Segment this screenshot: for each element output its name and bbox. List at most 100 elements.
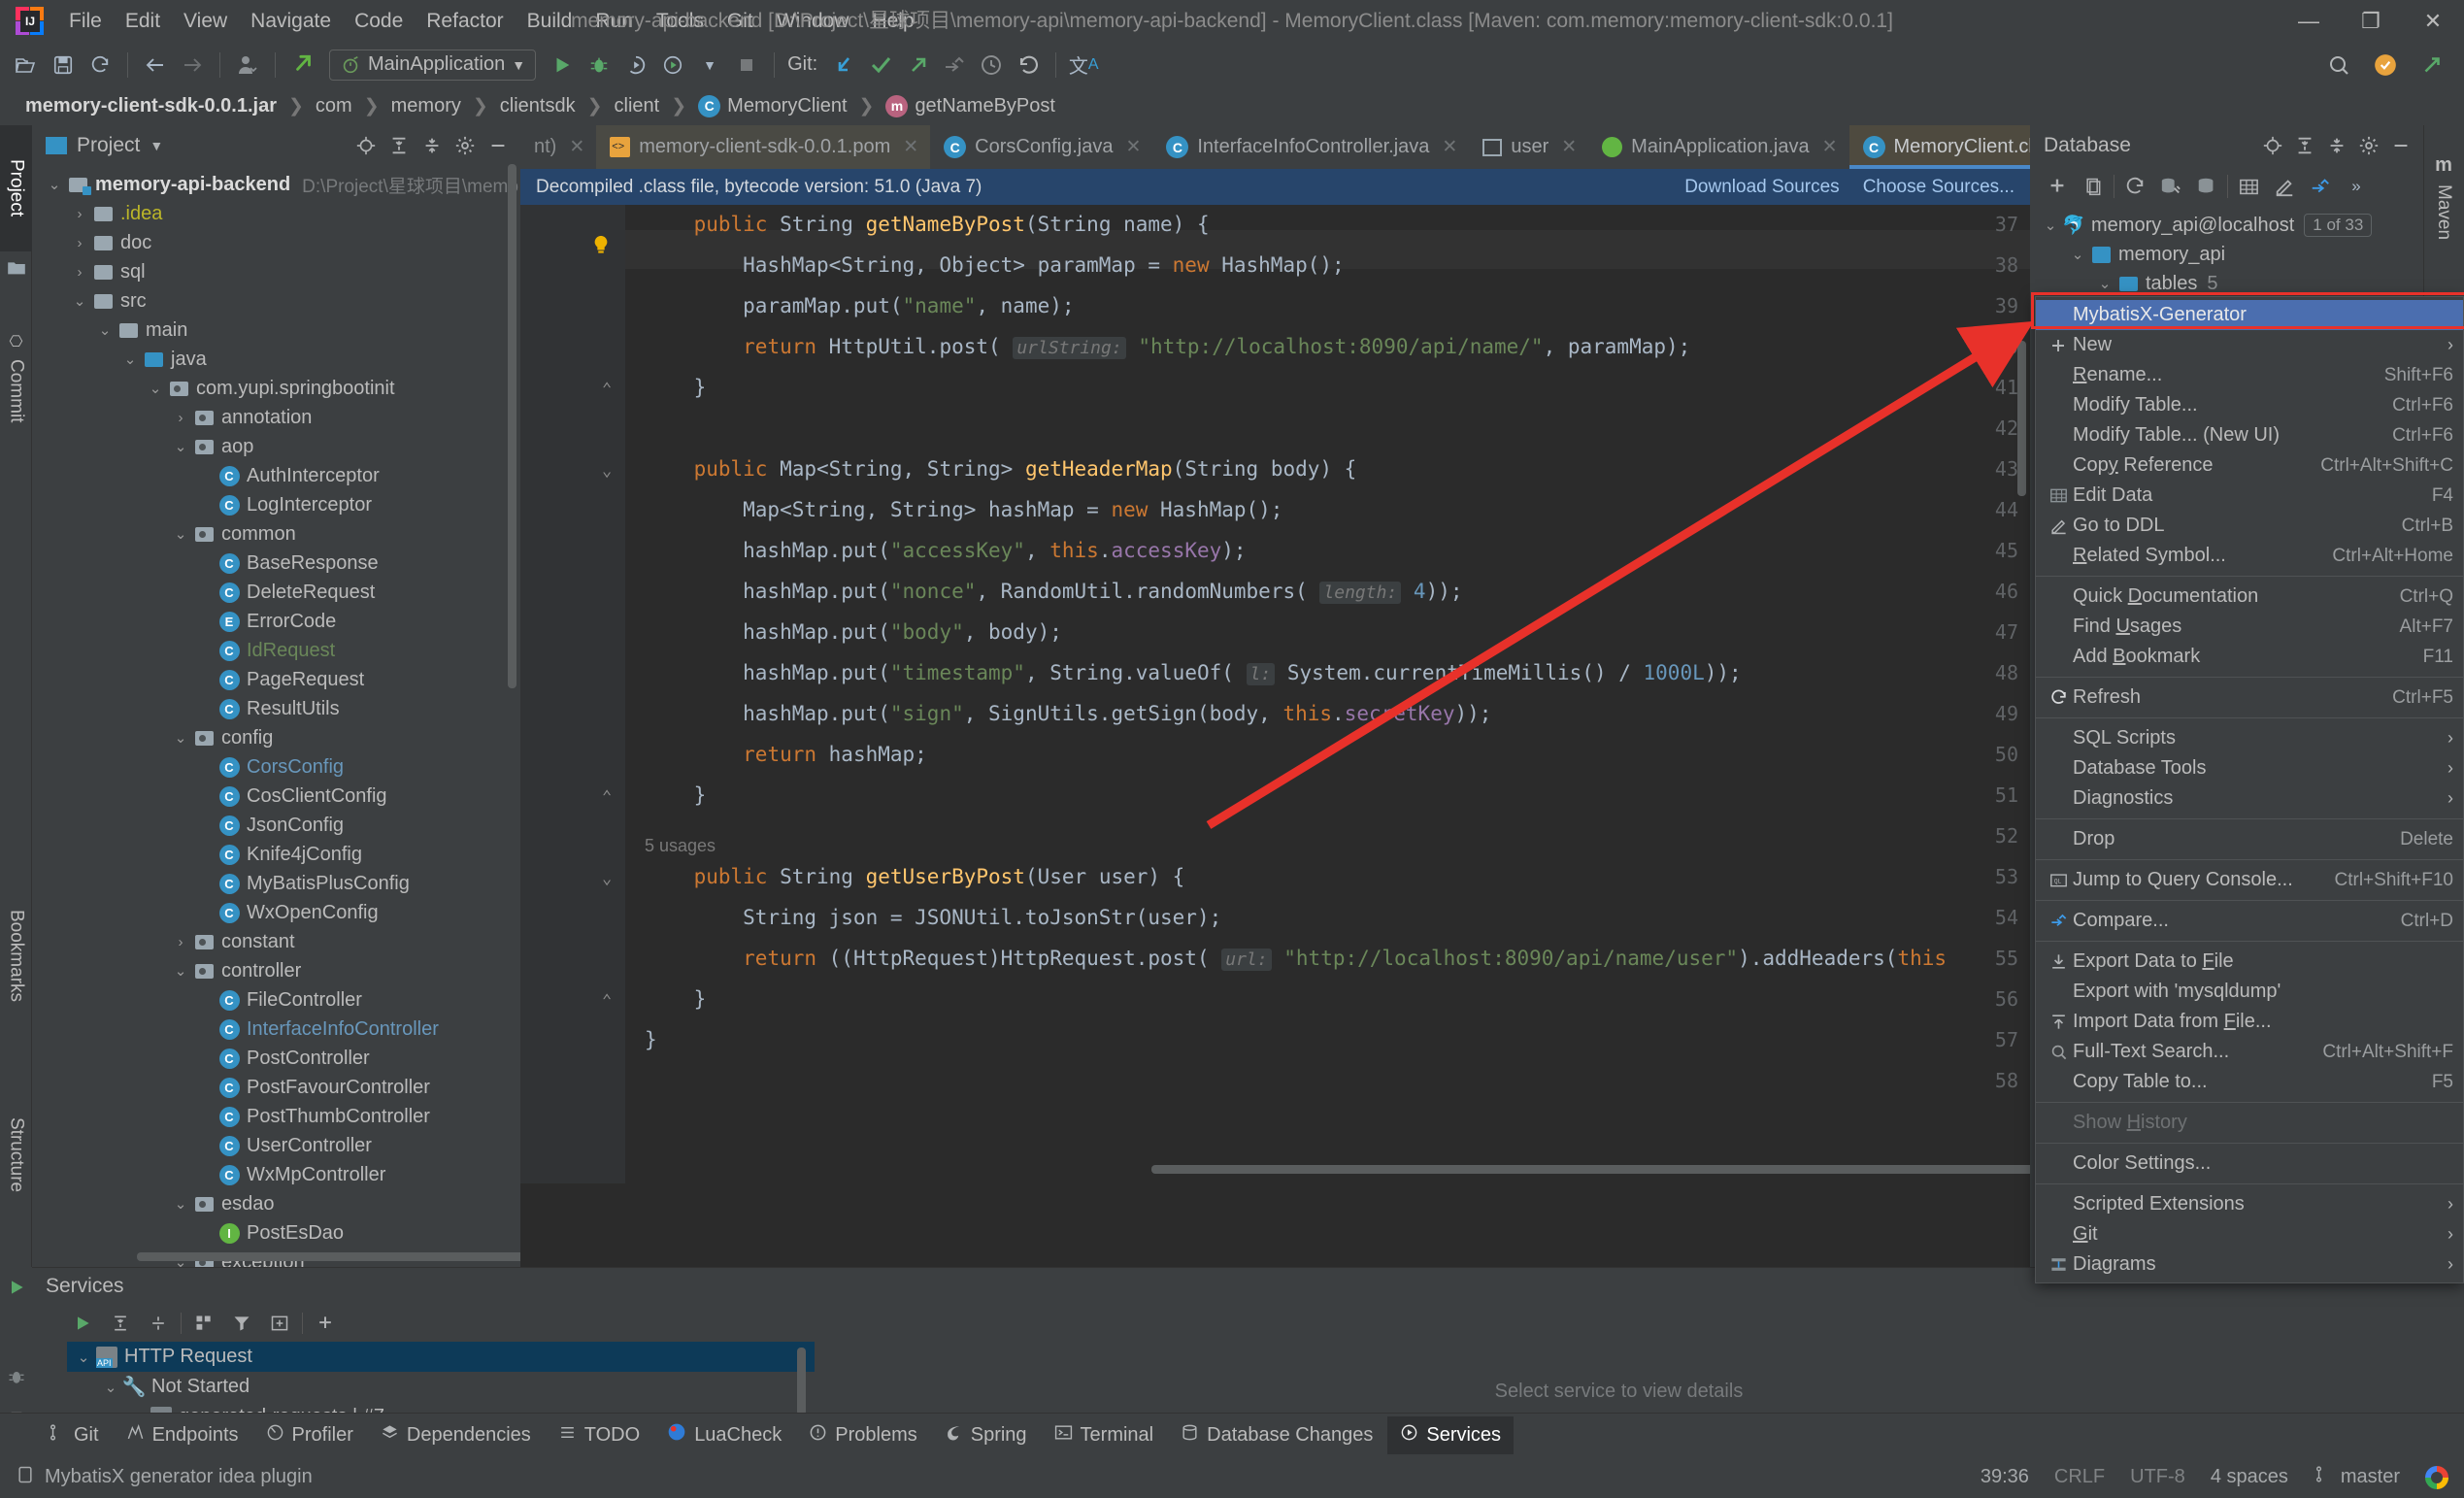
editor-tab-corsconfig[interactable]: C CorsConfig.java ✕ bbox=[930, 125, 1152, 169]
close-icon[interactable]: ✕ bbox=[903, 136, 918, 158]
breadcrumb-item-memory[interactable]: memory bbox=[383, 93, 469, 119]
menu-item-window[interactable]: Window bbox=[766, 6, 860, 37]
menu-item-file[interactable]: File bbox=[58, 6, 113, 37]
close-icon[interactable]: ✕ bbox=[1442, 136, 1457, 158]
code-fold-icon[interactable]: ⌃ bbox=[602, 991, 612, 1011]
code-line[interactable]: } bbox=[645, 1028, 657, 1051]
chevron-down-icon[interactable]: ⌄ bbox=[170, 438, 191, 455]
chevron-right-icon[interactable]: › bbox=[170, 934, 191, 950]
code-fold-icon[interactable]: ⌄ bbox=[602, 461, 612, 481]
tree-node[interactable]: ⌄ common bbox=[32, 519, 520, 549]
tool-window-spring[interactable]: Spring bbox=[932, 1416, 1040, 1454]
tree-node[interactable]: C BaseResponse bbox=[32, 549, 520, 578]
tree-node[interactable]: › .idea bbox=[32, 199, 520, 228]
menu-item-modify-table-new-ui[interactable]: Modify Table... (New UI) Ctrl+F6 bbox=[2036, 420, 2463, 450]
tree-node[interactable]: ⌄ java bbox=[32, 345, 520, 374]
chevron-right-icon[interactable]: › bbox=[69, 264, 90, 281]
copy-icon[interactable] bbox=[2078, 171, 2109, 202]
breadcrumb-item-jar[interactable]: memory-client-sdk-0.0.1.jar bbox=[17, 93, 284, 119]
chevron-down-icon[interactable]: ⌄ bbox=[69, 292, 90, 310]
menu-item-edit[interactable]: Edit bbox=[115, 6, 171, 37]
file-encoding[interactable]: UTF-8 bbox=[2130, 1466, 2185, 1488]
notifications-icon[interactable] bbox=[2369, 49, 2402, 82]
menu-item-jump-to-query-console[interactable]: QL Jump to Query Console... Ctrl+Shift+F10 bbox=[2036, 865, 2463, 895]
collapse-all-icon[interactable] bbox=[2322, 131, 2351, 160]
tree-node[interactable]: C JsonConfig bbox=[32, 811, 520, 840]
add-icon[interactable] bbox=[2042, 171, 2073, 202]
editor-tab-user[interactable]: user ✕ bbox=[1469, 125, 1588, 169]
chevron-down-icon[interactable]: ▼ bbox=[693, 49, 726, 82]
code-line[interactable]: paramMap.put("name", name); bbox=[645, 294, 1074, 317]
git-push-icon[interactable] bbox=[901, 49, 934, 82]
editor-gutter[interactable] bbox=[520, 205, 625, 1183]
tree-node[interactable]: C IdRequest bbox=[32, 636, 520, 665]
code-line[interactable]: String json = JSONUtil.toJsonStr(user); bbox=[645, 906, 1221, 929]
tree-node[interactable]: ⌄ esdao bbox=[32, 1189, 520, 1218]
menu-item-full-text-search[interactable]: Full-Text Search... Ctrl+Alt+Shift+F bbox=[2036, 1037, 2463, 1067]
close-button[interactable]: ✕ bbox=[2402, 0, 2464, 43]
group-icon[interactable] bbox=[188, 1309, 219, 1338]
code-line[interactable]: hashMap.put("accessKey", this.accessKey)… bbox=[645, 539, 1246, 562]
search-everywhere-icon[interactable] bbox=[2322, 49, 2355, 82]
locate-icon[interactable] bbox=[351, 131, 381, 160]
tree-node[interactable]: › annotation bbox=[32, 403, 520, 432]
services-node-not-started[interactable]: ⌄ 🔧 Not Started bbox=[67, 1372, 815, 1402]
sidebar-item-structure[interactable]: Structure bbox=[0, 1063, 32, 1248]
refresh-icon[interactable] bbox=[2119, 171, 2150, 202]
tree-node[interactable]: C Knife4jConfig bbox=[32, 840, 520, 869]
tool-window-luacheck[interactable]: LuaCheck bbox=[654, 1415, 794, 1454]
menu-item-database-tools[interactable]: Database Tools › bbox=[2036, 753, 2463, 783]
chevron-down-icon[interactable]: ⌄ bbox=[170, 1195, 191, 1213]
sidebar-item-maven[interactable]: m Maven bbox=[2423, 129, 2464, 265]
menu-item-quick-documentation[interactable]: Quick Documentation Ctrl+Q bbox=[2036, 582, 2463, 612]
code-line[interactable]: Map<String, String> hashMap = new HashMa… bbox=[645, 498, 1282, 521]
editor-tab-pom[interactable]: memory-client-sdk-0.0.1.pom✕ bbox=[596, 125, 931, 169]
code-line[interactable]: return ((HttpRequest)HttpRequest.post( u… bbox=[645, 947, 1947, 971]
chevron-down-icon[interactable]: ⌄ bbox=[119, 350, 141, 368]
filter-icon[interactable] bbox=[226, 1309, 257, 1338]
code-line[interactable]: HashMap<String, Object> paramMap = new H… bbox=[645, 253, 1345, 277]
code-line[interactable]: public String getNameByPost(String name)… bbox=[645, 213, 1210, 236]
code-line[interactable]: } bbox=[645, 783, 707, 807]
chevron-down-icon[interactable]: ⌄ bbox=[44, 176, 65, 193]
debug-icon[interactable] bbox=[0, 1356, 32, 1397]
breadcrumb-item-method[interactable]: m getNameByPost bbox=[878, 93, 1063, 119]
usages-hint[interactable]: 5 usages bbox=[645, 836, 716, 856]
tool-window-git[interactable]: Git bbox=[35, 1416, 112, 1454]
menu-item-run[interactable]: Run bbox=[584, 6, 644, 37]
chevron-down-icon[interactable]: ⌄ bbox=[2067, 246, 2088, 263]
menu-item-tools[interactable]: Tools bbox=[646, 6, 715, 37]
git-rollback-icon[interactable] bbox=[1012, 49, 1045, 82]
add-icon[interactable] bbox=[310, 1309, 341, 1338]
menu-item-copy-table-to[interactable]: Copy Table to... F5 bbox=[2036, 1067, 2463, 1097]
add-config-icon[interactable] bbox=[264, 1309, 295, 1338]
db-node-schema[interactable]: ⌄ memory_api bbox=[2030, 240, 2423, 269]
user-profile-icon[interactable] bbox=[231, 49, 264, 82]
code-line[interactable]: public Map<String, String> getHeaderMap(… bbox=[645, 457, 1357, 481]
menu-item-modify-table[interactable]: Modify Table... Ctrl+F6 bbox=[2036, 390, 2463, 420]
run-icon[interactable] bbox=[0, 1267, 32, 1308]
sidebar-item-bookmarks[interactable]: Bookmarks bbox=[0, 864, 32, 1049]
code-fold-icon[interactable]: ⌃ bbox=[602, 787, 612, 807]
tree-node[interactable]: C PostController bbox=[32, 1044, 520, 1073]
source-code[interactable]: public String getNameByPost(String name)… bbox=[625, 205, 2030, 1183]
breadcrumb-item-clientsdk[interactable]: clientsdk bbox=[492, 93, 583, 119]
code-line[interactable]: return HttpUtil.post( urlString: "http:/… bbox=[645, 335, 1690, 359]
tree-node[interactable]: C LogInterceptor bbox=[32, 490, 520, 519]
save-icon[interactable] bbox=[47, 49, 80, 82]
menu-item-copy-reference[interactable]: Copy Reference Ctrl+Alt+Shift+C bbox=[2036, 450, 2463, 481]
chevron-right-icon[interactable]: › bbox=[69, 235, 90, 251]
edit-icon[interactable] bbox=[2269, 171, 2300, 202]
menu-item-code[interactable]: Code bbox=[344, 6, 414, 37]
breadcrumb-item-client[interactable]: client bbox=[607, 93, 668, 119]
editor-tab-interfaceinfocontroller[interactable]: C InterfaceInfoController.java ✕ bbox=[1152, 125, 1469, 169]
menu-item-diagnostics[interactable]: Diagnostics › bbox=[2036, 783, 2463, 814]
hide-icon[interactable] bbox=[483, 131, 513, 160]
run-configuration-selector[interactable]: MainApplication ▼ bbox=[329, 49, 537, 81]
indent-setting[interactable]: 4 spaces bbox=[2211, 1466, 2288, 1488]
database-tree[interactable]: ⌄ 🐬 memory_api@localhost 1 of 33 ⌄ memor… bbox=[2030, 207, 2423, 298]
chevron-right-icon[interactable]: › bbox=[170, 410, 191, 426]
collapse-all-icon[interactable] bbox=[417, 131, 447, 160]
services-tree-scrollbar[interactable] bbox=[797, 1348, 806, 1415]
gear-icon[interactable] bbox=[2354, 131, 2383, 160]
